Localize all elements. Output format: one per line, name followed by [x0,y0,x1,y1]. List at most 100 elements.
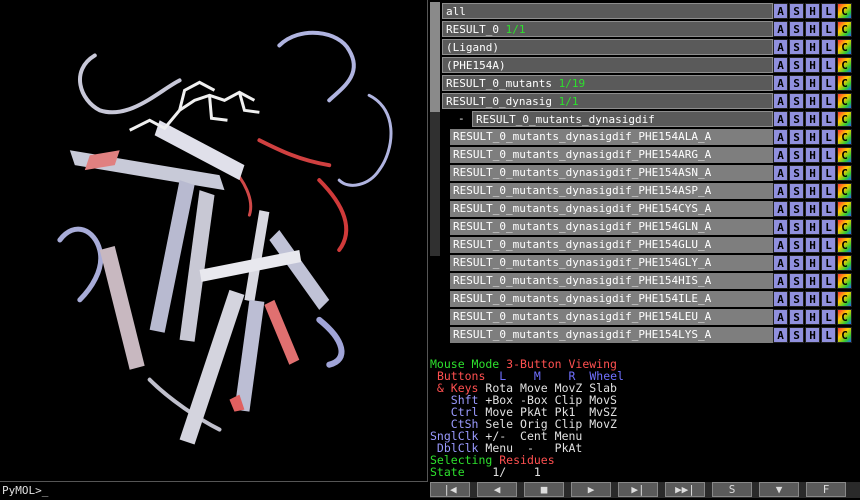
collapse-group-toggle[interactable]: - [458,111,465,127]
hide-button[interactable]: H [805,327,820,343]
label-button[interactable]: L [821,309,836,325]
show-button[interactable]: S [789,111,804,127]
hide-button[interactable]: H [805,201,820,217]
action-button[interactable]: A [773,327,788,343]
color-button[interactable]: C [837,111,852,127]
action-button[interactable]: A [773,39,788,55]
show-button[interactable]: S [789,165,804,181]
sub-object-name-button[interactable]: RESULT_0_mutants_dynasigdif_PHE154ALA_A [450,129,773,145]
sub-object-name-button[interactable]: RESULT_0_mutants_dynasigdif_PHE154GLN_A [450,219,773,235]
sub-object-name-button[interactable]: RESULT_0_mutants_dynasigdif_PHE154ASN_A [450,165,773,181]
color-button[interactable]: C [837,219,852,235]
hide-button[interactable]: H [805,75,820,91]
action-button[interactable]: A [773,147,788,163]
color-button[interactable]: C [837,57,852,73]
label-button[interactable]: L [821,39,836,55]
show-button[interactable]: S [789,129,804,145]
object-name-button[interactable]: all [442,3,773,19]
color-button[interactable]: C [837,201,852,217]
sub-object-name-button[interactable]: RESULT_0_mutants_dynasigdif_PHE154GLU_A [450,237,773,253]
hide-button[interactable]: H [805,57,820,73]
sub-object-name-button[interactable]: RESULT_0_mutants_dynasigdif_PHE154LEU_A [450,309,773,325]
color-button[interactable]: C [837,39,852,55]
action-button[interactable]: A [773,273,788,289]
label-button[interactable]: L [821,3,836,19]
color-button[interactable]: C [837,183,852,199]
sub-object-name-button[interactable]: RESULT_0_mutants_dynasigdif_PHE154LYS_A [450,327,773,343]
step-forward-button[interactable]: ▶| [618,482,658,497]
step-back-button[interactable]: ◀ [477,482,517,497]
show-button[interactable]: S [789,327,804,343]
rewind-button[interactable]: |◀ [430,482,470,497]
action-button[interactable]: A [773,111,788,127]
scrollbar-thumb[interactable] [430,2,440,112]
color-button[interactable]: C [837,93,852,109]
hide-button[interactable]: H [805,183,820,199]
hide-button[interactable]: H [805,309,820,325]
show-button[interactable]: S [789,39,804,55]
action-button[interactable]: A [773,201,788,217]
command-line[interactable]: PyMOL>_ [0,481,428,499]
color-button[interactable]: C [837,273,852,289]
color-button[interactable]: C [837,129,852,145]
sub-object-name-button[interactable]: RESULT_0_mutants_dynasigdif_PHE154HIS_A [450,273,773,289]
label-button[interactable]: L [821,327,836,343]
hide-button[interactable]: H [805,273,820,289]
show-button[interactable]: S [789,147,804,163]
action-button[interactable]: A [773,309,788,325]
forward-to-end-button[interactable]: ▶▶| [665,482,705,497]
hide-button[interactable]: H [805,165,820,181]
object-name-button[interactable]: RESULT_0 1/1 [442,21,773,37]
hide-button[interactable]: H [805,39,820,55]
color-button[interactable]: C [837,255,852,271]
hide-button[interactable]: H [805,111,820,127]
label-button[interactable]: L [821,291,836,307]
color-button[interactable]: C [837,237,852,253]
action-button[interactable]: A [773,255,788,271]
rock-button[interactable]: ▼ [759,482,799,497]
hide-button[interactable]: H [805,21,820,37]
full-screen-button[interactable]: F [806,482,846,497]
show-button[interactable]: S [789,309,804,325]
color-button[interactable]: C [837,75,852,91]
molecular-viewport[interactable] [0,0,428,481]
object-name-button[interactable]: RESULT_0_dynasig 1/1 [442,93,773,109]
hide-button[interactable]: H [805,147,820,163]
label-button[interactable]: L [821,255,836,271]
label-button[interactable]: L [821,183,836,199]
action-button[interactable]: A [773,291,788,307]
show-button[interactable]: S [789,255,804,271]
show-button[interactable]: S [789,57,804,73]
object-name-button[interactable]: (PHE154A) [442,57,773,73]
show-button[interactable]: S [789,93,804,109]
stop-button[interactable]: ■ [524,482,564,497]
label-button[interactable]: L [821,129,836,145]
show-button[interactable]: S [789,273,804,289]
color-button[interactable]: C [837,21,852,37]
show-button[interactable]: S [789,3,804,19]
label-button[interactable]: L [821,273,836,289]
label-button[interactable]: L [821,165,836,181]
sub-object-name-button[interactable]: RESULT_0_mutants_dynasigdif_PHE154ARG_A [450,147,773,163]
action-button[interactable]: A [773,165,788,181]
show-button[interactable]: S [789,219,804,235]
label-button[interactable]: L [821,219,836,235]
action-button[interactable]: A [773,93,788,109]
color-button[interactable]: C [837,291,852,307]
action-button[interactable]: A [773,129,788,145]
action-button[interactable]: A [773,3,788,19]
object-name-button[interactable]: (Ligand) [442,39,773,55]
sub-object-name-button[interactable]: RESULT_0_mutants_dynasigdif_PHE154ASP_A [450,183,773,199]
show-button[interactable]: S [789,237,804,253]
show-button[interactable]: S [789,201,804,217]
action-button[interactable]: A [773,21,788,37]
color-button[interactable]: C [837,165,852,181]
action-button[interactable]: A [773,75,788,91]
hide-button[interactable]: H [805,93,820,109]
hide-button[interactable]: H [805,237,820,253]
color-button[interactable]: C [837,309,852,325]
color-button[interactable]: C [837,327,852,343]
label-button[interactable]: L [821,147,836,163]
sub-object-name-button[interactable]: RESULT_0_mutants_dynasigdif_PHE154CYS_A [450,201,773,217]
label-button[interactable]: L [821,237,836,253]
